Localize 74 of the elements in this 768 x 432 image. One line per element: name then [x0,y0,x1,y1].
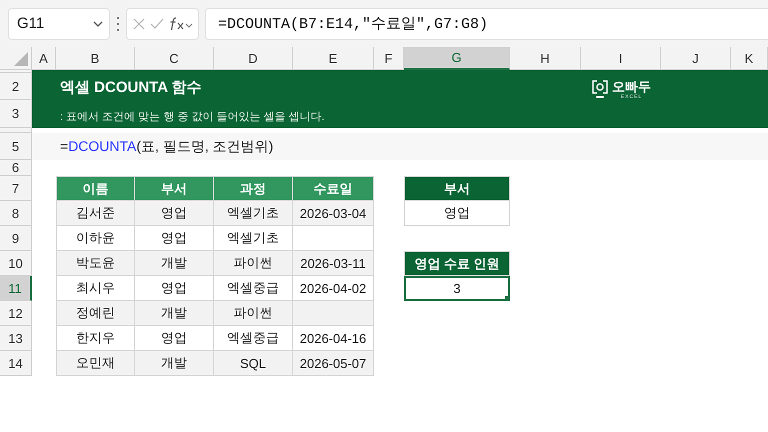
column-header[interactable]: I [581,47,661,70]
column-header[interactable]: G [404,47,510,70]
column-header[interactable]: F [374,47,404,70]
row-header[interactable] [0,128,32,133]
row-header[interactable] [0,70,32,73]
table-header: 부서 [135,176,214,201]
column-header[interactable]: E [293,47,374,70]
row-header[interactable]: 7 [0,176,32,201]
table-cell: 김서준 [56,201,135,226]
table-cell: 2026-05-07 [293,351,374,376]
table-cell: 파이썬 [214,301,293,326]
camera-logo-icon [592,80,608,100]
row-header[interactable]: 6 [0,160,32,176]
syntax-text: =DCOUNTA(표, 필드명, 조건범위) [60,138,274,156]
table-cell: 이하윤 [56,226,135,251]
column-header[interactable]: H [510,47,581,70]
logo-name: 오빠두 [612,80,651,94]
select-all-corner[interactable] [0,47,32,70]
fill-handle[interactable] [505,296,509,300]
table-cell: 엑셀기초 [214,226,293,251]
row-header[interactable]: 10 [0,251,32,276]
formula-bar[interactable]: =DCOUNTA(B7:E14,"수료일",G7:G8) [205,8,768,40]
row-header[interactable]: 5 [0,133,32,160]
row-header[interactable]: 2 [0,73,32,100]
criteria-cell: 영업 [404,201,510,226]
table-cell: 정예린 [56,301,135,326]
cancel-icon[interactable] [132,18,144,30]
table-cell: 2026-04-16 [293,326,374,351]
chevron-icon [93,20,103,26]
column-header[interactable]: J [661,47,731,70]
table-cell: 파이썬 [214,251,293,276]
table-cell: 영업 [135,226,214,251]
table-cell: 오민재 [56,351,135,376]
banner-title: 엑셀 DCOUNTA 함수 [60,78,202,98]
table-cell: 2026-04-02 [293,276,374,301]
table-cell: 2026-03-11 [293,251,374,276]
table-cell: 영업 [135,201,214,226]
table-cell: 엑셀중급 [214,276,293,301]
row-header[interactable]: 14 [0,351,32,376]
column-header[interactable]: A [32,47,56,70]
table-cell: 2026-03-04 [293,201,374,226]
table-cell: 영업 [135,276,214,301]
corner-triangle-icon [14,52,28,66]
row-header[interactable]: 11 [0,276,32,301]
table-header: 이름 [56,176,135,201]
result-cell[interactable]: 3 [404,276,510,301]
table-header: 수료일 [293,176,374,201]
table-header: 과정 [214,176,293,201]
criteria-header: 부서 [404,176,510,201]
table-cell: 개발 [135,351,214,376]
check-icon[interactable] [150,18,164,29]
row-header[interactable]: 13 [0,326,32,351]
row-header[interactable]: 12 [0,301,32,326]
table-cell: 엑셀기초 [214,201,293,226]
banner-subtitle: : 표에서 조건에 맞는 행 중 값이 들어있는 셀을 셉니다. [60,110,325,124]
table-cell: 최시우 [56,276,135,301]
name-box[interactable]: G11 [8,8,110,40]
table-cell: 박도윤 [56,251,135,276]
column-header[interactable]: D [214,47,293,70]
row-header[interactable]: 3 [0,100,32,128]
table-cell: 영업 [135,326,214,351]
more-icon[interactable] [116,16,120,30]
table-cell: 엑셀중급 [214,326,293,351]
function-icon[interactable] [168,16,192,30]
table-cell: 개발 [135,251,214,276]
table-cell: 한지우 [56,326,135,351]
result-header: 영업 수료 인원 [404,251,510,276]
table-cell: 개발 [135,301,214,326]
row-header[interactable]: 9 [0,226,32,251]
column-header[interactable]: C [135,47,214,70]
row-header[interactable]: 8 [0,201,32,226]
column-header[interactable]: K [731,47,768,70]
column-header[interactable]: B [56,47,135,70]
table-cell: SQL [214,351,293,376]
